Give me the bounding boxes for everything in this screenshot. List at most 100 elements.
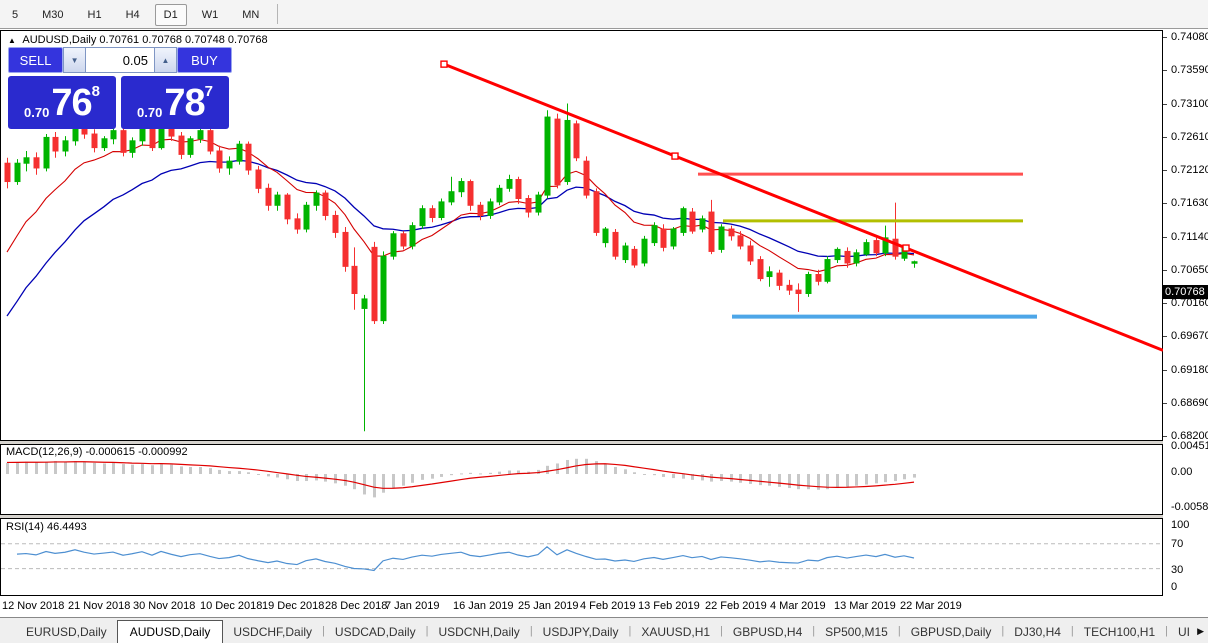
date-axis-label: 21 Nov 2018	[68, 600, 131, 612]
buy-price-pip: 7	[204, 83, 213, 100]
sell-price-prefix: 0.70	[24, 105, 50, 120]
chart-tab-xauusd-h1[interactable]: XAUUSD,H1	[631, 621, 720, 643]
one-click-trade-widget: SELL ▼ ▲ BUY 0.70 76 8 0.70 78 7	[8, 47, 232, 129]
date-axis-label: 30 Nov 2018	[133, 600, 196, 612]
chart-tab-sp500-m15[interactable]: SP500,M15	[815, 621, 898, 643]
price-tick	[1163, 303, 1167, 304]
trading-platform-window: 5 M30 H1 H4 D1 W1 MN ▲ AUDUSD,Daily 0.70761 0.…	[0, 0, 1208, 643]
timeframe-toolbar: 5 M30 H1 H4 D1 W1 MN	[0, 0, 1208, 29]
rsi-axis-label: 100	[1171, 519, 1190, 531]
chart-ohlc-header: ▲ AUDUSD,Daily 0.70761 0.70768 0.70748 0…	[8, 34, 268, 46]
chart-tab-gbpusd-daily[interactable]: GBPUSD,Daily	[901, 621, 1002, 643]
sell-price-panel[interactable]: 0.70 76 8	[8, 76, 116, 129]
macd-axis-label: -0.005899	[1171, 501, 1208, 513]
chart-tab-tech100-h1[interactable]: TECH100,H1	[1074, 621, 1165, 643]
trendline-handle[interactable]	[671, 152, 679, 160]
price-tick	[1163, 369, 1167, 371]
trendline-handle[interactable]	[440, 60, 448, 68]
timeframe-button-w1[interactable]: W1	[193, 4, 228, 26]
price-axis-label: 0.69670	[1171, 330, 1208, 343]
macd-axis-label: 0.004517	[1171, 440, 1208, 452]
price-axis-label: 0.74080	[1171, 31, 1208, 43]
price-tick	[1163, 136, 1167, 138]
descending-trendline[interactable]	[443, 62, 1163, 352]
price-axis-label: 0.72610	[1171, 130, 1208, 143]
rsi-indicator-panel[interactable]	[0, 518, 1163, 596]
price-axis-label: 0.68690	[1171, 396, 1208, 409]
date-axis-label: 28 Dec 2018	[325, 600, 388, 612]
price-axis-label: 0.70160	[1171, 297, 1208, 309]
date-axis[interactable]: 12 Nov 2018 21 Nov 2018 30 Nov 2018 10 Dec …	[0, 597, 1163, 617]
price-tick	[1163, 103, 1167, 105]
buy-button[interactable]: BUY	[176, 47, 232, 73]
chart-tab-eurusd-daily[interactable]: EURUSD,Daily	[16, 621, 117, 643]
price-tick	[1163, 336, 1167, 338]
trendline-handle[interactable]	[902, 244, 910, 252]
chart-tab-usdjpy-daily[interactable]: USDJPY,Daily	[533, 621, 629, 643]
symbol-title: AUDUSD,Daily	[22, 34, 97, 46]
macd-label: MACD(12,26,9) -0.000615 -0.000992	[6, 446, 188, 458]
price-axis-label: 0.69180	[1171, 363, 1208, 376]
date-axis-label: 25 Jan 2019	[518, 600, 579, 612]
timeframe-button-h4[interactable]: H4	[117, 4, 149, 26]
date-axis-label: 22 Feb 2019	[705, 600, 767, 612]
date-axis-label: 7 Jan 2019	[385, 600, 440, 612]
rsi-axis-label: 0	[1171, 581, 1178, 593]
chart-tab-usdcnh-daily[interactable]: USDCNH,Daily	[428, 621, 529, 643]
date-axis-label: 13 Feb 2019	[638, 600, 700, 612]
chart-tab-ui[interactable]: UI	[1168, 621, 1200, 643]
ohlc-values: 0.70761 0.70768 0.70748 0.70768	[99, 34, 268, 46]
buy-price-prefix: 0.70	[137, 105, 163, 120]
rsi-axis-label: 70	[1171, 538, 1184, 550]
date-axis-label: 12 Nov 2018	[2, 600, 65, 612]
sell-price-pip: 8	[91, 83, 100, 100]
date-axis-label: 19 Dec 2018	[262, 600, 325, 612]
chart-tab-usdcad-daily[interactable]: USDCAD,Daily	[325, 621, 426, 643]
price-tick	[1163, 269, 1167, 271]
date-axis-label: 4 Mar 2019	[770, 600, 826, 612]
volume-input[interactable]	[86, 47, 154, 73]
price-axis-label: 0.73100	[1171, 97, 1208, 110]
collapse-trade-panel-icon[interactable]: ▲	[8, 36, 16, 45]
timeframe-button-mn[interactable]: MN	[233, 4, 268, 26]
date-axis-label: 22 Mar 2019	[900, 600, 962, 612]
chart-tabs-bar: EURUSD,Daily AUDUSD,Daily USDCHF,Daily | USD…	[0, 618, 1208, 643]
toolbar-separator	[277, 4, 279, 24]
timeframe-button-m30[interactable]: M30	[33, 4, 72, 26]
timeframe-button-d1[interactable]: D1	[154, 4, 187, 26]
volume-increase-button[interactable]: ▲	[154, 47, 177, 73]
price-tick	[1163, 37, 1167, 38]
price-tick	[1163, 402, 1167, 404]
sell-button[interactable]: SELL	[8, 47, 64, 73]
buy-price-panel[interactable]: 0.70 78 7	[121, 76, 229, 129]
date-axis-label: 16 Jan 2019	[453, 600, 514, 612]
timeframe-button-5[interactable]: 5	[3, 4, 27, 26]
price-axis-label: 0.73590	[1171, 64, 1208, 77]
tabs-scroll-right-icon[interactable]: ▶	[1197, 626, 1204, 637]
volume-decrease-button[interactable]: ▼	[63, 47, 86, 73]
date-axis-label: 10 Dec 2018	[200, 600, 263, 612]
price-axis-label: 0.70650	[1171, 263, 1208, 276]
chart-tab-usdchf-daily[interactable]: USDCHF,Daily	[223, 621, 322, 643]
price-axis[interactable]: 0.70768 0.74080 0.73590 0.73100 0.72610 0.72…	[1163, 30, 1208, 617]
date-axis-label: 4 Feb 2019	[580, 600, 636, 612]
chart-tab-audusd-daily[interactable]: AUDUSD,Daily	[116, 620, 224, 643]
date-axis-label: 13 Mar 2019	[834, 600, 896, 612]
sell-price-big: 76	[51, 81, 92, 124]
buy-price-big: 78	[164, 81, 205, 124]
timeframe-buttons: 5 M30 H1 H4 D1 W1 MN	[0, 4, 271, 26]
price-tick	[1163, 203, 1167, 205]
price-axis-label: 0.72120	[1171, 164, 1208, 176]
chart-tab-gbpusd-h4[interactable]: GBPUSD,H4	[723, 621, 812, 643]
macd-axis-label: 0.00	[1171, 466, 1193, 478]
candlesticks	[4, 103, 918, 432]
price-axis-label: 0.71630	[1171, 197, 1208, 210]
price-tick	[1163, 236, 1167, 238]
chart-tab-dj30-h4[interactable]: DJ30,H4	[1004, 621, 1071, 643]
rsi-label: RSI(14) 46.4493	[6, 521, 87, 533]
rsi-axis-label: 30	[1171, 564, 1184, 576]
price-axis-label: 0.71140	[1171, 230, 1208, 243]
timeframe-button-h1[interactable]: H1	[79, 4, 111, 26]
price-tick	[1163, 70, 1167, 72]
price-tick	[1163, 170, 1167, 171]
